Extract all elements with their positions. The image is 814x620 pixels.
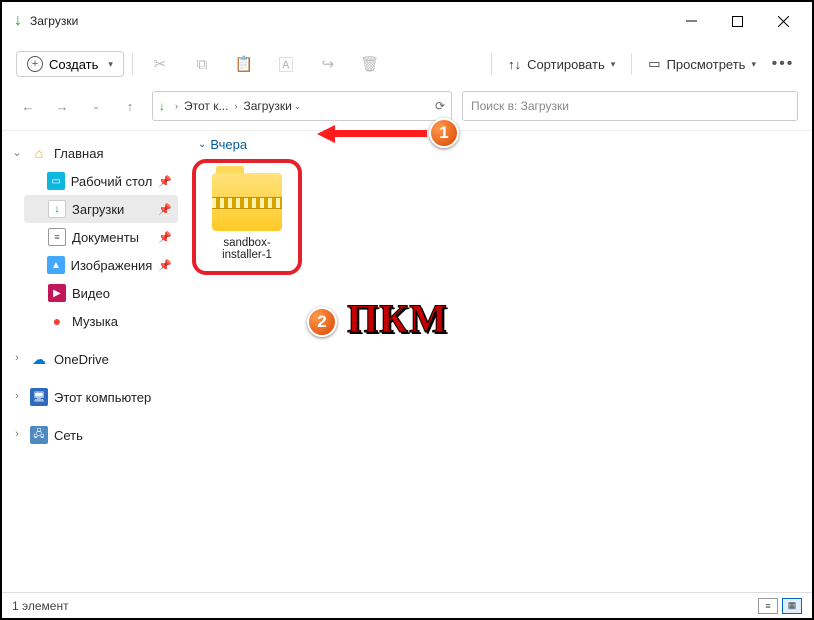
refresh-button[interactable]: ⟳ [435,99,445,113]
downloads-icon: ↓ [14,12,22,30]
videos-icon: ▶ [48,284,66,302]
details-view-button[interactable]: ≡ [758,598,778,614]
sidebar-label: Документы [72,230,152,245]
status-bar: 1 элемент ≡ ▦ [2,592,812,618]
close-button[interactable] [760,6,806,36]
zip-folder-icon [212,173,282,231]
chevron-right-icon: › [10,428,24,440]
create-button[interactable]: + Создать ▾ [16,51,124,77]
desktop-icon: ▭ [47,172,64,190]
sidebar-item-desktop[interactable]: ▭ Рабочий стол 📌 [24,167,178,195]
pin-icon: 📌 [158,203,172,216]
music-icon: ● [48,312,66,330]
annotation-pkm-label: ПКМ [347,295,448,342]
home-icon: ⌂ [30,144,48,162]
chevron-down-icon: ▾ [611,59,616,70]
window-title: Загрузки [30,14,78,28]
copy-icon[interactable]: ⧉ [183,47,221,81]
sidebar-item-documents[interactable]: ≡ Документы 📌 [24,223,178,251]
sidebar-label: Этот компьютер [54,390,172,405]
group-header[interactable]: ⌄ Вчера [198,137,800,152]
annotation-arrow [317,125,427,141]
network-icon: 🖧 [30,426,48,444]
sidebar-label: Видео [72,286,172,301]
sidebar-label: Рабочий стол [71,174,153,189]
view-icon: ▭ [648,56,660,72]
nav-bar: ← → ⌄ ↑ ↓ › Этот к... › Загрузки ⌄ ⟳ Пои… [2,88,812,124]
delete-icon[interactable]: 🗑 [351,47,389,81]
view-button[interactable]: ▭ Просмотреть ▾ [640,52,764,76]
body: ⌄ ⌂ Главная ▭ Рабочий стол 📌 ↓ Загрузки … [2,130,812,592]
chevron-down-icon: ⌄ [10,146,24,159]
sidebar-item-music[interactable]: ● Музыка [24,307,178,335]
sidebar-label: Главная [54,146,172,161]
pin-icon: 📌 [158,259,172,272]
create-label: Создать [49,57,98,72]
downloads-icon: ↓ [159,99,165,113]
sidebar-label: Музыка [72,314,172,329]
tiles-view-button[interactable]: ▦ [782,598,802,614]
pin-icon: 📌 [158,231,172,244]
separator [631,53,632,75]
toolbar: + Создать ▾ ✂ ⧉ 📋 🄰 ↪ 🗑 ↑↓ Сортировать ▾… [2,40,812,88]
sidebar-label: OneDrive [54,352,172,367]
up-button[interactable]: ↑ [118,94,142,118]
forward-button[interactable]: → [50,94,74,118]
more-button[interactable]: ••• [768,55,798,73]
sidebar-item-videos[interactable]: ▶ Видео [24,279,178,307]
maximize-button[interactable] [714,6,760,36]
minimize-button[interactable] [668,6,714,36]
sort-label: Сортировать [527,57,605,72]
title-bar: ↓ Загрузки [2,2,812,40]
sidebar-item-thispc[interactable]: › 🖥 Этот компьютер [6,383,178,411]
separator [132,53,133,75]
breadcrumb-part[interactable]: Этот к... [184,99,228,113]
documents-icon: ≡ [48,228,66,246]
chevron-down-icon: ▾ [108,59,113,70]
sidebar-item-home[interactable]: ⌄ ⌂ Главная [6,139,178,167]
sort-icon: ↑↓ [508,57,521,72]
sidebar-label: Изображения [71,258,153,273]
chevron-right-icon: › [10,390,24,402]
group-label: Вчера [210,137,247,152]
sidebar-item-downloads[interactable]: ↓ Загрузки 📌 [24,195,178,223]
status-count: 1 элемент [12,599,69,613]
sidebar-label: Сеть [54,428,172,443]
chevron-down-icon: ▾ [751,59,756,70]
back-button[interactable]: ← [16,94,40,118]
file-label: sandbox-installer-1 [202,237,292,261]
paste-icon[interactable]: 📋 [225,47,263,81]
sidebar-item-pictures[interactable]: ▲ Изображения 📌 [24,251,178,279]
sidebar-label: Загрузки [72,202,152,217]
sidebar: ⌄ ⌂ Главная ▭ Рабочий стол 📌 ↓ Загрузки … [2,131,182,592]
breadcrumb-part[interactable]: Загрузки [243,99,291,113]
annotation-badge-2: 2 [307,307,337,337]
search-placeholder: Поиск в: Загрузки [471,99,569,113]
search-input[interactable]: Поиск в: Загрузки [462,91,798,121]
onedrive-icon: ☁ [30,350,48,368]
annotation-badge-1: 1 [429,118,459,148]
chevron-right-icon: › [10,352,24,364]
pin-icon: 📌 [158,175,172,188]
separator [491,53,492,75]
pictures-icon: ▲ [47,256,64,274]
rename-icon[interactable]: 🄰 [267,47,305,81]
computer-icon: 🖥 [30,388,48,406]
sidebar-item-network[interactable]: › 🖧 Сеть [6,421,178,449]
downloads-icon: ↓ [48,200,66,218]
recent-button[interactable]: ⌄ [84,94,108,118]
plus-icon: + [27,56,43,72]
chevron-down-icon: ⌄ [198,139,206,150]
breadcrumb[interactable]: ↓ › Этот к... › Загрузки ⌄ ⟳ [152,91,452,121]
file-item[interactable]: sandbox-installer-1 [192,159,302,275]
sort-button[interactable]: ↑↓ Сортировать ▾ [500,53,623,76]
cut-icon[interactable]: ✂ [141,47,179,81]
sidebar-item-onedrive[interactable]: › ☁ OneDrive [6,345,178,373]
share-icon[interactable]: ↪ [309,47,347,81]
content-area[interactable]: ⌄ Вчера sandbox-installer-1 [182,131,812,592]
view-label: Просмотреть [667,57,746,72]
